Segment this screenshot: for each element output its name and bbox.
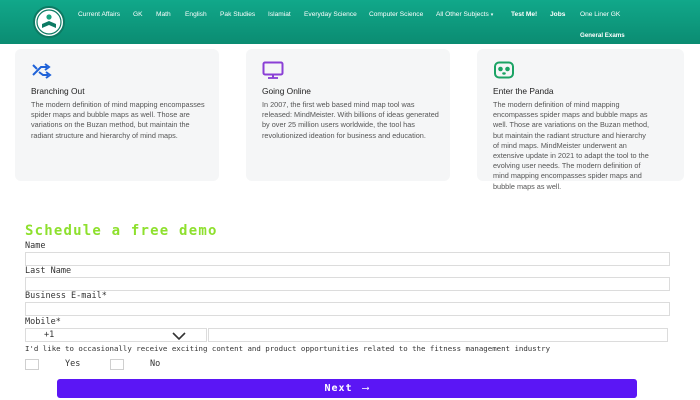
branching-arrows-icon — [32, 63, 52, 79]
nav-test-me[interactable]: Test Me! — [511, 11, 537, 18]
next-button-label: Next — [324, 383, 353, 394]
email-field[interactable] — [25, 302, 670, 316]
card-branching-out: Branching Out The modern definition of m… — [15, 49, 219, 181]
card-text: The modern definition of mind mapping en… — [493, 100, 650, 191]
nav-all-other-subjects-label: All Other Subjects — [436, 11, 489, 18]
nav-current-affairs[interactable]: Current Affairs — [78, 11, 120, 18]
card-going-online: Going Online In 2007, the first web base… — [246, 49, 450, 181]
nav-islamiat[interactable]: Islamiat — [268, 11, 291, 18]
no-checkbox[interactable] — [110, 359, 124, 370]
arrow-right-icon: ⟶ — [362, 383, 370, 394]
last-name-field[interactable] — [25, 277, 670, 291]
consent-text: I'd like to occasionally receive excitin… — [25, 344, 551, 353]
logo-book-icon — [36, 9, 62, 35]
no-label: No — [150, 359, 161, 369]
card-title: Branching Out — [31, 86, 85, 96]
yes-checkbox[interactable] — [25, 359, 39, 370]
name-field[interactable] — [25, 252, 670, 266]
nav-one-liner-gk[interactable]: One Liner GK — [580, 11, 620, 18]
site-logo[interactable] — [33, 6, 65, 38]
mobile-label: Mobile* — [25, 317, 61, 327]
nav-computer-science[interactable]: Computer Science — [369, 11, 423, 18]
panda-icon — [494, 61, 514, 79]
chevron-down-icon: ▾ — [490, 12, 494, 18]
nav-math[interactable]: Math — [156, 11, 171, 18]
form-heading: Schedule a free demo — [25, 223, 218, 239]
nav-general-exams[interactable]: General Exams — [580, 32, 625, 39]
nav-gk[interactable]: GK — [133, 11, 143, 18]
last-name-label: Last Name — [25, 266, 72, 276]
top-navbar: Current Affairs GK Math English Pak Stud… — [0, 0, 700, 44]
country-code-value: +1 — [44, 330, 55, 340]
nav-everyday-science[interactable]: Everyday Science — [304, 11, 357, 18]
monitor-icon — [262, 61, 284, 79]
country-code-select[interactable]: +1 — [25, 328, 207, 342]
yes-label: Yes — [65, 359, 81, 369]
chevron-down-icon — [172, 332, 186, 341]
email-label: Business E-mail* — [25, 291, 107, 301]
nav-jobs[interactable]: Jobs — [550, 11, 565, 18]
name-label: Name — [25, 241, 46, 251]
card-title: Going Online — [262, 86, 311, 96]
next-button[interactable]: Next ⟶ — [57, 379, 637, 398]
card-title: Enter the Panda — [493, 86, 554, 96]
card-text: The modern definition of mind mapping en… — [31, 100, 205, 140]
card-enter-the-panda: Enter the Panda The modern definition of… — [477, 49, 684, 191]
card-text: In 2007, the first web based mind map to… — [262, 100, 439, 140]
nav-pak-studies[interactable]: Pak Studies — [220, 11, 255, 18]
nav-english[interactable]: English — [185, 11, 207, 18]
mobile-field[interactable] — [208, 328, 668, 342]
nav-all-other-subjects[interactable]: All Other Subjects ▾ — [436, 11, 493, 18]
